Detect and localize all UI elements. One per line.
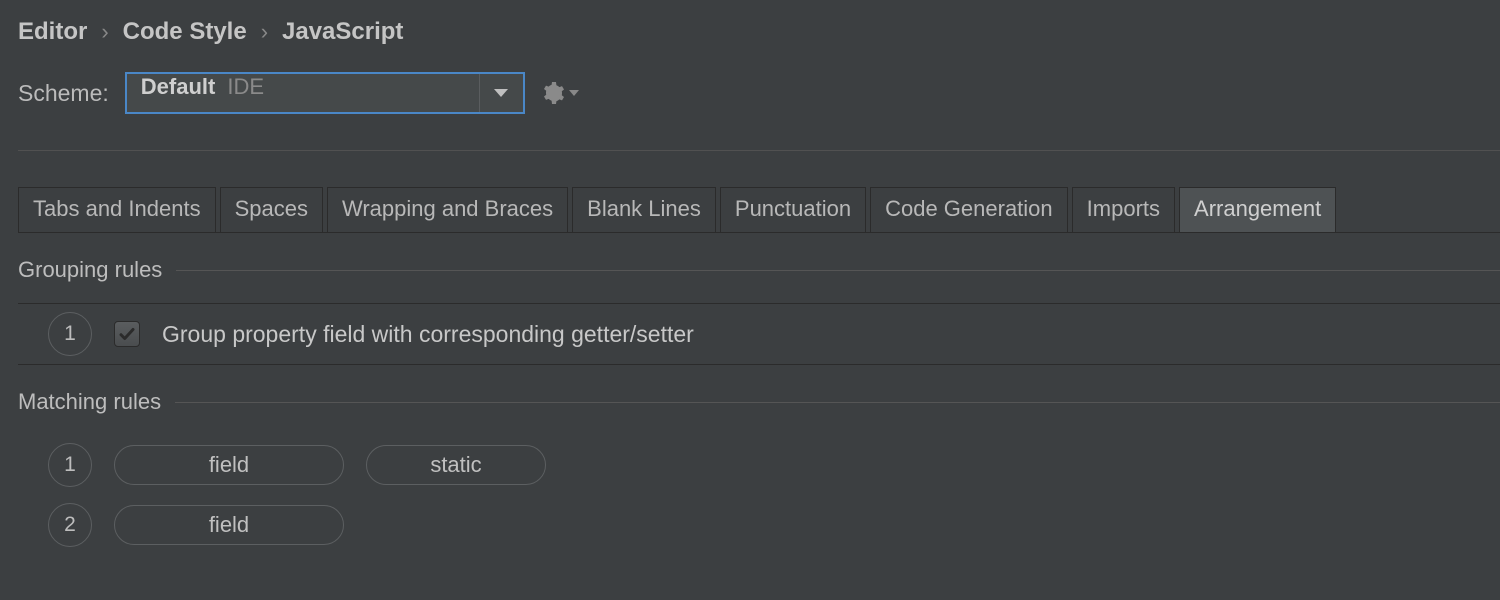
- rule-token[interactable]: field: [114, 505, 344, 545]
- breadcrumb-item[interactable]: Code Style: [123, 18, 247, 46]
- matching-rule-row[interactable]: 2 field: [18, 495, 1500, 555]
- rule-token[interactable]: static: [366, 445, 546, 485]
- chevron-right-icon: ›: [101, 19, 108, 45]
- divider: [176, 270, 1500, 271]
- scheme-dropdown[interactable]: Default IDE: [125, 72, 525, 114]
- scheme-value: Default: [141, 74, 216, 100]
- rule-number: 1: [48, 443, 92, 487]
- tab-tabs-and-indents[interactable]: Tabs and Indents: [18, 187, 216, 232]
- chevron-right-icon: ›: [261, 19, 268, 45]
- tab-imports[interactable]: Imports: [1072, 187, 1175, 232]
- tab-punctuation[interactable]: Punctuation: [720, 187, 866, 232]
- rule-number: 1: [48, 312, 92, 356]
- grouping-rule-row[interactable]: 1 Group property field with corresponding…: [18, 303, 1500, 365]
- grouping-rules-section: Grouping rules 1 Group property field wit…: [18, 257, 1500, 365]
- tab-blank-lines[interactable]: Blank Lines: [572, 187, 716, 232]
- gear-icon[interactable]: [541, 81, 579, 105]
- rule-token[interactable]: field: [114, 445, 344, 485]
- scheme-scope: IDE: [227, 74, 264, 100]
- breadcrumb: Editor › Code Style › JavaScript: [18, 18, 1500, 46]
- checkbox[interactable]: [114, 321, 140, 347]
- breadcrumb-item[interactable]: Editor: [18, 18, 87, 46]
- breadcrumb-item[interactable]: JavaScript: [282, 18, 403, 46]
- matching-rule-row[interactable]: 1 field static: [18, 435, 1500, 495]
- matching-rules-section: Matching rules 1 field static 2 field: [18, 389, 1500, 555]
- rule-number: 2: [48, 503, 92, 547]
- tabs: Tabs and IndentsSpacesWrapping and Brace…: [18, 187, 1500, 233]
- tab-arrangement[interactable]: Arrangement: [1179, 187, 1336, 232]
- tab-spaces[interactable]: Spaces: [220, 187, 323, 232]
- chevron-down-icon[interactable]: [479, 74, 523, 112]
- section-title: Matching rules: [18, 389, 161, 415]
- tab-wrapping-and-braces[interactable]: Wrapping and Braces: [327, 187, 568, 232]
- tab-code-generation[interactable]: Code Generation: [870, 187, 1068, 232]
- divider: [18, 150, 1500, 151]
- section-title: Grouping rules: [18, 257, 162, 283]
- divider: [175, 402, 1500, 403]
- scheme-row: Scheme: Default IDE: [18, 72, 1500, 114]
- scheme-label: Scheme:: [18, 80, 109, 107]
- rule-label: Group property field with corresponding …: [162, 321, 694, 348]
